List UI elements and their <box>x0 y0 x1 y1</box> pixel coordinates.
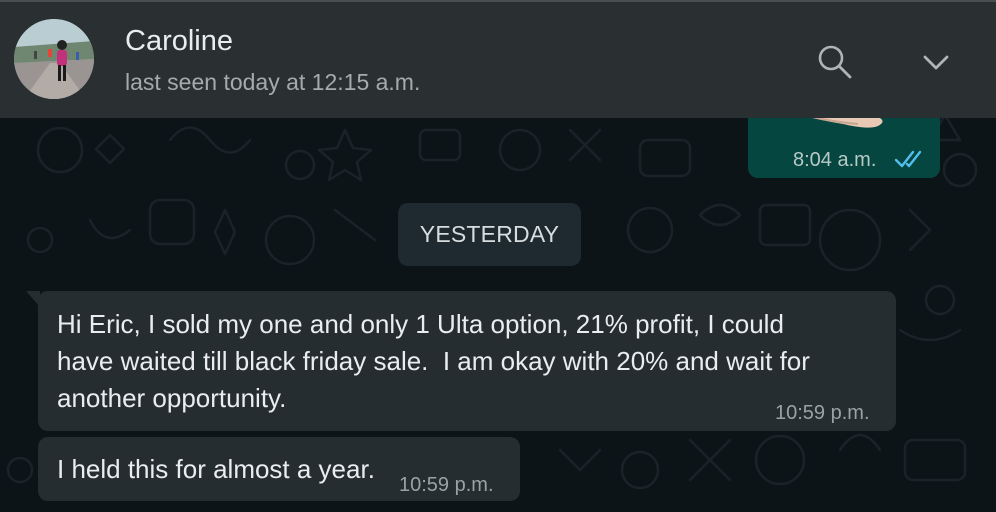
avatar-photo <box>14 19 94 99</box>
message-time: 10:59 p.m. <box>775 402 870 424</box>
message-text: Hi Eric, I sold my one and only 1 Ulta o… <box>57 309 810 413</box>
chat-header[interactable]: Caroline last seen today at 12:15 a.m. <box>0 0 996 118</box>
double-check-icon <box>894 150 922 168</box>
search-button[interactable] <box>815 42 855 82</box>
avatar[interactable] <box>14 19 94 99</box>
message-time: 8:04 a.m. <box>793 149 877 171</box>
search-icon <box>818 45 852 79</box>
message-time: 10:59 p.m. <box>399 474 494 496</box>
menu-button[interactable] <box>916 42 956 82</box>
chevron-down-icon <box>923 55 949 70</box>
chat-window: Caroline last seen today at 12:15 a.m. 8… <box>0 0 996 512</box>
incoming-message[interactable]: I held this for almost a year. 10:59 p.m… <box>38 437 520 501</box>
message-text: I held this for almost a year. <box>57 454 375 484</box>
incoming-message[interactable]: Hi Eric, I sold my one and only 1 Ulta o… <box>26 291 896 431</box>
contact-name[interactable]: Caroline <box>125 24 233 58</box>
last-seen-status: last seen today at 12:15 a.m. <box>125 69 421 95</box>
date-separator: YESTERDAY <box>398 203 581 266</box>
